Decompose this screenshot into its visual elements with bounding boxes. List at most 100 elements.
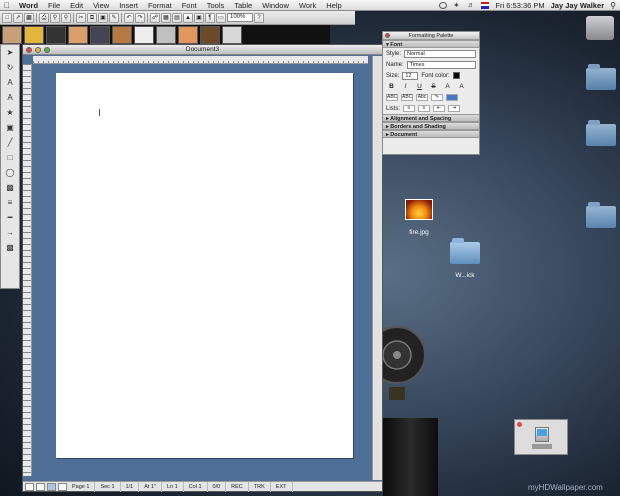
- minimize-button[interactable]: [35, 47, 41, 53]
- outline-view-icon[interactable]: [36, 482, 45, 491]
- page-layout-view-icon[interactable]: [47, 482, 56, 491]
- apple-menu-icon[interactable]: : [0, 1, 14, 10]
- columns-icon[interactable]: ▤: [172, 12, 182, 23]
- style-select[interactable]: Normal: [404, 49, 476, 58]
- cut-icon[interactable]: ✂: [76, 12, 86, 23]
- find-icon[interactable]: ⚲: [61, 12, 71, 23]
- menu-work[interactable]: Work: [294, 1, 321, 10]
- menu-insert[interactable]: Insert: [114, 1, 143, 10]
- strikethrough-button[interactable]: S: [428, 82, 439, 91]
- spotlight-icon[interactable]: ⚲: [610, 1, 616, 10]
- small-caps-button[interactable]: ABC: [386, 94, 398, 101]
- document-titlebar[interactable]: Document3: [23, 45, 382, 55]
- autoshapes-icon[interactable]: ◯: [3, 167, 17, 179]
- menu-format[interactable]: Format: [143, 1, 177, 10]
- desktop-folder-icon[interactable]: [586, 64, 616, 90]
- desktop-folder-wick[interactable]: W...ick: [446, 238, 484, 279]
- menu-view[interactable]: View: [88, 1, 114, 10]
- menu-window[interactable]: Window: [257, 1, 294, 10]
- fill-color-icon[interactable]: ▩: [3, 182, 17, 194]
- underline-button[interactable]: U: [414, 82, 425, 91]
- menu-tools[interactable]: Tools: [202, 1, 230, 10]
- alignment-section-header[interactable]: ▸ Alignment and Spacing: [383, 114, 479, 122]
- vertical-scrollbar[interactable]: [372, 56, 382, 480]
- close-button[interactable]: [385, 33, 390, 38]
- close-icon[interactable]: [517, 422, 522, 427]
- format-painter-icon[interactable]: ✎: [109, 12, 119, 23]
- double-strike-button[interactable]: Abc: [416, 94, 428, 101]
- picture-icon[interactable]: ▣: [3, 122, 17, 134]
- line-color-icon[interactable]: ━: [3, 212, 17, 224]
- zoom-select[interactable]: 100%: [227, 13, 253, 22]
- new-document-icon[interactable]: □: [2, 12, 12, 23]
- font-section-header[interactable]: ▾ Font: [383, 40, 479, 48]
- save-icon[interactable]: ▩: [24, 12, 34, 23]
- close-button[interactable]: [26, 47, 32, 53]
- menu-app[interactable]: Word: [14, 1, 43, 10]
- clock-text[interactable]: Fri 6:53:36 PM: [495, 1, 544, 10]
- horizontal-ruler[interactable]: [33, 56, 368, 64]
- paste-icon[interactable]: ▣: [98, 12, 108, 23]
- rotate-icon[interactable]: ↻: [3, 62, 17, 74]
- menu-help[interactable]: Help: [321, 1, 346, 10]
- insert-hyperlink-icon[interactable]: ☍: [150, 12, 160, 23]
- open-icon[interactable]: ↗: [13, 12, 23, 23]
- clock-icon[interactable]: [439, 1, 448, 9]
- print-preview-icon[interactable]: ⚲: [50, 12, 60, 23]
- arrow-style-icon[interactable]: →: [3, 227, 17, 239]
- normal-view-icon[interactable]: [25, 482, 34, 491]
- bluetooth-icon[interactable]: ∗: [453, 2, 461, 9]
- italic-button[interactable]: I: [400, 82, 411, 91]
- desktop-drive-icon[interactable]: [586, 16, 614, 40]
- desktop-computer-icon[interactable]: [514, 419, 568, 455]
- superscript-button[interactable]: A: [442, 82, 453, 91]
- vertical-ruler[interactable]: [23, 64, 32, 476]
- decrease-indent-icon[interactable]: ⇤: [433, 105, 446, 112]
- status-rec[interactable]: REC: [226, 481, 249, 492]
- menu-font[interactable]: Font: [177, 1, 202, 10]
- shadow-icon[interactable]: ▩: [3, 242, 17, 254]
- all-caps-button[interactable]: ABC: [401, 94, 413, 101]
- sidebar-icon[interactable]: ▭: [216, 12, 226, 23]
- flag-icon[interactable]: [481, 1, 490, 9]
- text-box-icon[interactable]: A: [3, 77, 17, 89]
- volume-icon[interactable]: ♬: [467, 2, 475, 9]
- line-icon[interactable]: ╱: [3, 137, 17, 149]
- rectangle-icon[interactable]: □: [3, 152, 17, 164]
- font-color-swatch[interactable]: [452, 72, 460, 79]
- zoom-button[interactable]: [44, 47, 50, 53]
- desktop-folder-icon[interactable]: [586, 202, 616, 228]
- document-page[interactable]: [56, 73, 353, 458]
- increase-indent-icon[interactable]: ⇥: [448, 105, 461, 112]
- copy-icon[interactable]: ⧉: [87, 12, 97, 23]
- status-trk[interactable]: TRK: [249, 481, 271, 492]
- desktop-file-fire[interactable]: fire.jpg: [400, 199, 438, 236]
- desktop-folder-icon[interactable]: [586, 120, 616, 146]
- menu-edit[interactable]: Edit: [65, 1, 88, 10]
- subscript-button[interactable]: A: [456, 82, 467, 91]
- tables-icon[interactable]: ▦: [161, 12, 171, 23]
- toolbox-icon[interactable]: ▣: [194, 12, 204, 23]
- notebook-view-icon[interactable]: [58, 482, 67, 491]
- highlight-icon[interactable]: ✎: [431, 94, 443, 101]
- menu-file[interactable]: File: [43, 1, 65, 10]
- font-name-select[interactable]: Times: [406, 60, 476, 69]
- drawing-icon[interactable]: ▲: [183, 12, 193, 23]
- print-icon[interactable]: ⎙: [39, 12, 49, 23]
- help-icon[interactable]: ?: [254, 12, 264, 23]
- document-section-header[interactable]: ▸ Document: [383, 130, 479, 138]
- undo-icon[interactable]: ↶: [124, 12, 134, 23]
- numbered-list-icon[interactable]: ≡: [403, 105, 416, 112]
- bold-button[interactable]: B: [386, 82, 397, 91]
- formatting-palette-titlebar[interactable]: Formatting Palette: [383, 32, 479, 40]
- menu-table[interactable]: Table: [229, 1, 257, 10]
- highlight-color-icon[interactable]: [446, 94, 458, 101]
- show-hide-icon[interactable]: ¶: [205, 12, 215, 23]
- select-arrow-icon[interactable]: ➤: [3, 47, 17, 59]
- borders-section-header[interactable]: ▸ Borders and Shading: [383, 122, 479, 130]
- redo-icon[interactable]: ↷: [135, 12, 145, 23]
- status-ext[interactable]: EXT: [271, 481, 293, 492]
- wordart-icon[interactable]: A: [3, 92, 17, 104]
- font-size-select[interactable]: 12: [402, 71, 419, 80]
- line-weight-icon[interactable]: ≡: [3, 197, 17, 209]
